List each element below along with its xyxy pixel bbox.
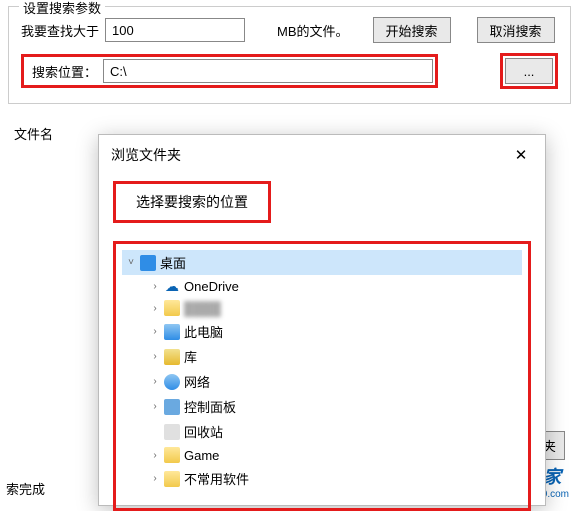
tree-item-label: ████ — [184, 301, 221, 316]
chevron-right-icon[interactable]: › — [150, 450, 160, 460]
folder-icon — [164, 471, 180, 487]
size-input[interactable] — [105, 18, 245, 42]
desktop-icon — [140, 255, 156, 271]
path-label: 搜索位置： — [26, 62, 103, 81]
browse-folder-dialog: 浏览文件夹 ✕ 选择要搜索的位置 ˅桌面›☁OneDrive›████›此电脑›… — [98, 134, 546, 506]
chevron-right-icon[interactable]: ˅ — [126, 258, 136, 268]
tree-item-label: 回收站 — [184, 422, 223, 441]
close-icon[interactable]: ✕ — [509, 143, 533, 167]
recycle-icon — [164, 424, 180, 440]
dialog-titlebar: 浏览文件夹 ✕ — [99, 135, 545, 175]
tree-item-label: 桌面 — [160, 253, 186, 272]
search-params-fieldset: 设置搜索参数 我要查找大于 MB的文件。 开始搜索 取消搜索 搜索位置： ... — [8, 6, 571, 104]
net-icon — [164, 374, 180, 390]
size-label: 我要查找大于 — [21, 21, 99, 40]
tree-item[interactable]: 回收站 — [122, 419, 522, 444]
tree-item[interactable]: › ████ — [122, 297, 522, 319]
onedrive-icon: ☁ — [164, 278, 180, 294]
chevron-right-icon[interactable]: › — [150, 352, 160, 362]
tree-item-label: OneDrive — [184, 279, 239, 294]
chevron-right-icon[interactable]: › — [150, 474, 160, 484]
start-search-button[interactable]: 开始搜索 — [373, 17, 451, 43]
status-text: 索完成 — [6, 479, 45, 498]
tree-item[interactable]: › Game — [122, 444, 522, 466]
cancel-search-button[interactable]: 取消搜索 — [477, 17, 555, 43]
blur-icon — [164, 300, 180, 316]
folder-tree: ˅桌面›☁OneDrive›████›此电脑›库›网络›控制面板回收站›Game… — [113, 241, 531, 511]
tree-item[interactable]: › ☁ OneDrive — [122, 275, 522, 297]
chevron-right-icon[interactable]: › — [150, 281, 160, 291]
pc-icon — [164, 324, 180, 340]
tree-item-label: 不常用软件 — [184, 469, 249, 488]
tree-item-label: Game — [184, 448, 219, 463]
path-row: 搜索位置： ... — [21, 53, 558, 89]
tree-item[interactable]: ˅ 桌面 — [122, 250, 522, 275]
chevron-right-icon[interactable] — [150, 427, 160, 437]
tree-item[interactable]: › 此电脑 — [122, 319, 522, 344]
tree-item-label: 此电脑 — [184, 322, 223, 341]
dialog-subtitle: 选择要搜索的位置 — [113, 181, 271, 223]
fieldset-legend: 设置搜索参数 — [19, 0, 105, 17]
size-unit-label: MB的文件。 — [277, 21, 349, 40]
tree-item-label: 控制面板 — [184, 397, 236, 416]
folder-icon — [164, 447, 180, 463]
tree-item[interactable]: › 控制面板 — [122, 394, 522, 419]
chevron-right-icon[interactable]: › — [150, 377, 160, 387]
tree-item[interactable]: ›库 — [122, 344, 522, 369]
browse-button[interactable]: ... — [505, 58, 553, 84]
chevron-right-icon[interactable]: › — [150, 327, 160, 337]
chevron-right-icon[interactable]: › — [150, 303, 160, 313]
path-input[interactable] — [103, 59, 433, 83]
lib-icon — [164, 349, 180, 365]
tree-item-label: 库 — [184, 347, 197, 366]
dialog-title: 浏览文件夹 — [111, 145, 181, 165]
chevron-right-icon[interactable]: › — [150, 402, 160, 412]
tree-item[interactable]: › 网络 — [122, 369, 522, 394]
ctrl-icon — [164, 399, 180, 415]
tree-item[interactable]: › 不常用软件 — [122, 466, 522, 491]
tree-item-label: 网络 — [184, 372, 210, 391]
size-row: 我要查找大于 MB的文件。 开始搜索 取消搜索 — [21, 17, 558, 43]
